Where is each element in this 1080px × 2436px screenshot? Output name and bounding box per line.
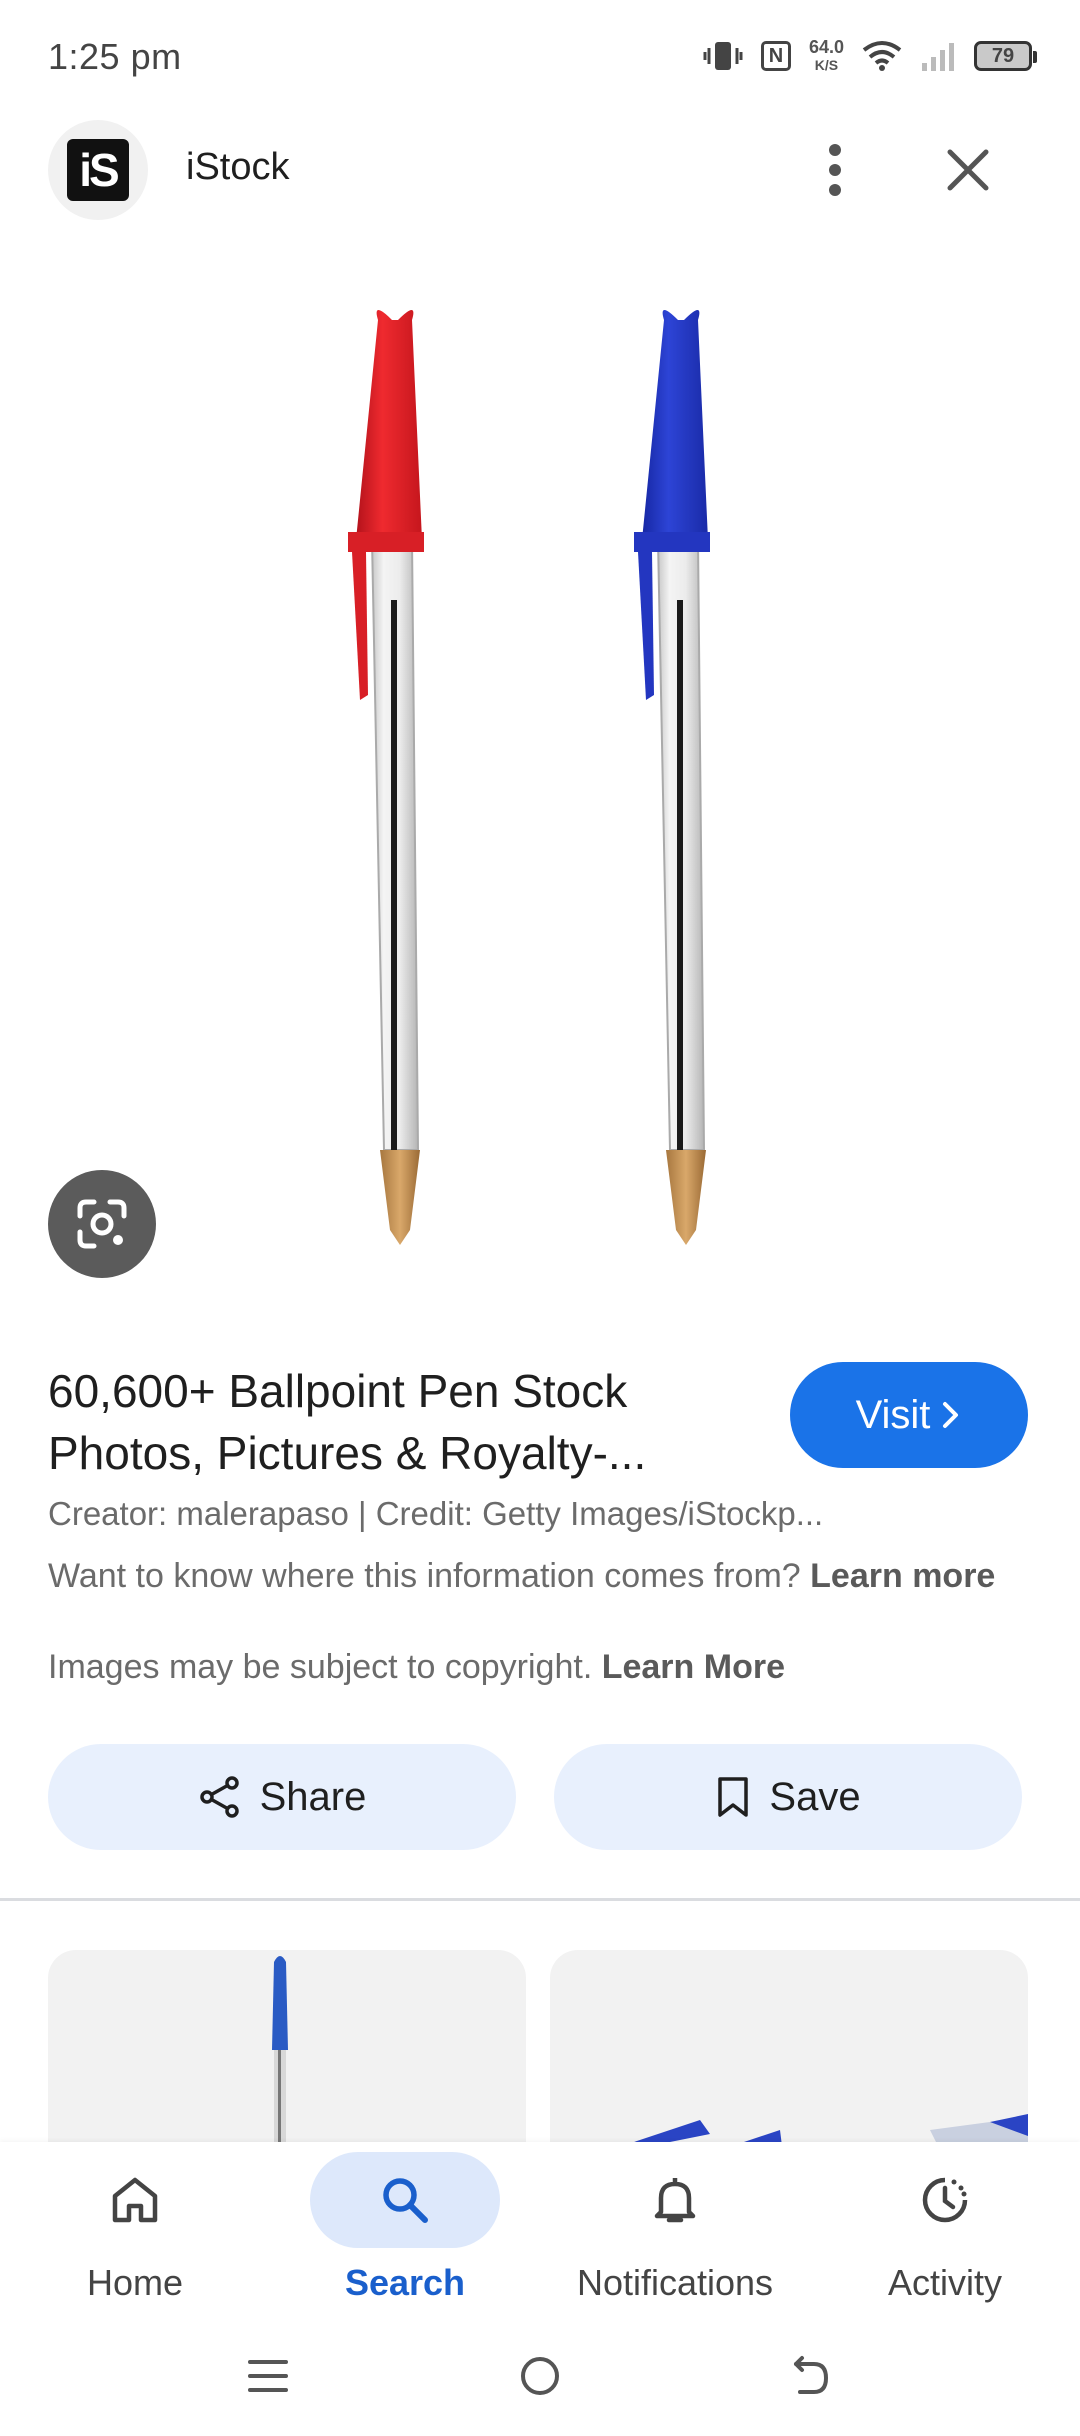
pens-thumbnail-image [610, 2114, 1028, 2150]
nav-search[interactable]: Search [270, 2152, 540, 2322]
red-pen [348, 310, 424, 1245]
visit-button[interactable]: Visit [790, 1362, 1028, 1468]
save-button[interactable]: Save [554, 1744, 1022, 1850]
nav-home[interactable]: Home [0, 2152, 270, 2322]
back-icon [794, 2356, 829, 2394]
site-name[interactable]: iStock [186, 146, 289, 189]
creator-credit: Creator: malerapaso | Credit: Getty Imag… [48, 1495, 824, 1532]
main-image[interactable] [0, 270, 1080, 1290]
site-logo[interactable]: iS [48, 120, 148, 220]
more-options-button[interactable] [795, 130, 875, 210]
menu-icon [248, 2360, 288, 2392]
share-icon [199, 1776, 239, 1818]
nfc-icon: N [760, 41, 791, 71]
wifi-icon [862, 41, 902, 71]
home-icon [112, 2177, 158, 2223]
related-image-thumbnail[interactable] [48, 1950, 526, 2150]
nav-activity-label: Activity [887, 2262, 1002, 2303]
history-icon [922, 2177, 968, 2223]
copyright-text: Images may be subject to copyright. Lear… [48, 1648, 785, 1686]
nav-home-label: Home [86, 2262, 184, 2303]
copyright-learn-more-link[interactable]: Learn More [602, 1648, 785, 1686]
bell-icon [654, 2178, 696, 2223]
system-navigation-bar [0, 2322, 1080, 2436]
result-title[interactable]: 60,600+ Ballpoint Pen Stock Photos, Pict… [48, 1360, 738, 1484]
net-speed: 64.0 K/S [808, 37, 844, 73]
learn-more-link[interactable]: Learn more [810, 1557, 995, 1595]
circle-home-icon [521, 2357, 559, 2395]
section-divider [0, 1898, 1080, 1901]
related-image-thumbnail[interactable] [550, 1950, 1028, 2150]
close-button[interactable] [928, 130, 1008, 210]
share-button[interactable]: Share [48, 1744, 516, 1850]
pens-image [348, 310, 710, 1245]
home-system-button[interactable] [500, 2346, 580, 2406]
bookmark-icon [718, 1777, 749, 1817]
visit-label: Visit [855, 1392, 931, 1437]
battery-icon: 79 [974, 41, 1037, 71]
share-label: Share [259, 1774, 367, 1819]
blue-pen [634, 310, 710, 1245]
nav-activity[interactable]: Activity [810, 2152, 1080, 2322]
status-bar: 1:25 pm N 64.0 K/S 79 [0, 0, 1080, 110]
vibrate-icon [703, 42, 743, 70]
blue-pen-thumbnail-image [272, 1956, 288, 2150]
back-system-button[interactable] [770, 2346, 850, 2406]
recent-apps-button[interactable] [228, 2346, 308, 2406]
nav-notifications[interactable]: Notifications [540, 2152, 810, 2322]
signal-icon [922, 43, 954, 71]
nav-search-label: Search [344, 2262, 466, 2303]
chevron-right-icon [943, 1402, 959, 1428]
more-vert-icon [829, 144, 841, 196]
nav-notifications-label: Notifications [576, 2262, 774, 2303]
status-time: 1:25 pm [48, 36, 182, 77]
lens-icon [77, 1199, 127, 1249]
status-icons: N 64.0 K/S 79 [703, 34, 1037, 78]
result-header: iS iStock [0, 120, 1080, 220]
bottom-navigation: Home Search Notifications Activity [0, 2142, 1080, 2322]
info-source-text: Want to know where this information come… [48, 1557, 996, 1595]
save-label: Save [769, 1774, 861, 1819]
google-lens-button[interactable] [48, 1170, 156, 1278]
close-icon [947, 149, 989, 191]
search-icon [383, 2178, 428, 2223]
istock-logo-icon: iS [67, 139, 129, 201]
